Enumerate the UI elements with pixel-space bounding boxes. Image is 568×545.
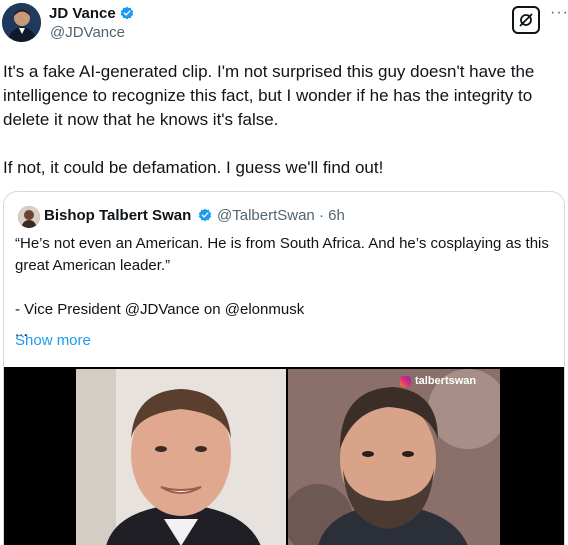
more-options-button[interactable]: ··· [550, 5, 568, 21]
photo-right[interactable]: talbertswan [288, 369, 500, 545]
quoted-media[interactable]: talbertswan [4, 367, 564, 545]
portrait-photo-icon [76, 369, 286, 545]
grok-icon [519, 13, 533, 27]
watermark: talbertswan [400, 375, 476, 387]
tweet-text: It's a fake AI-generated clip. I'm not s… [3, 60, 563, 180]
grok-button[interactable] [512, 6, 540, 34]
portrait-photo-icon [288, 369, 500, 545]
quoted-author-avatar [18, 206, 40, 228]
quoted-ellipsis: ... [15, 323, 28, 340]
author-avatar[interactable] [2, 3, 41, 42]
photo-left[interactable] [76, 369, 286, 545]
tweet-paragraph: It's a fake AI-generated clip. I'm not s… [3, 62, 535, 129]
quoted-handle-time: @TalbertSwan · 6h [217, 207, 345, 224]
quoted-author-name: Bishop Talbert Swan [44, 207, 192, 224]
instagram-icon [400, 375, 411, 387]
avatar-photo-icon [2, 3, 41, 42]
tweet-paragraph: If not, it could be defamation. I guess … [3, 158, 384, 177]
quoted-paragraph: - Vice President @JDVance on @elonmusk [15, 301, 305, 318]
watermark-text: talbertswan [415, 375, 477, 387]
quoted-tweet-text: “He’s not even an American. He is from S… [15, 233, 555, 343]
author-name[interactable]: JD Vance [49, 5, 116, 23]
quoted-paragraph: “He’s not even an American. He is from S… [15, 235, 549, 274]
show-more-link[interactable]: Show more [15, 332, 91, 350]
verified-badge-icon [120, 6, 134, 20]
verified-badge-icon [198, 208, 212, 222]
author-handle[interactable]: @JDVance [50, 24, 125, 42]
quoted-tweet-card[interactable]: Bishop Talbert Swan @TalbertSwan · 6h “H… [3, 191, 565, 545]
avatar-photo-icon [18, 206, 40, 228]
